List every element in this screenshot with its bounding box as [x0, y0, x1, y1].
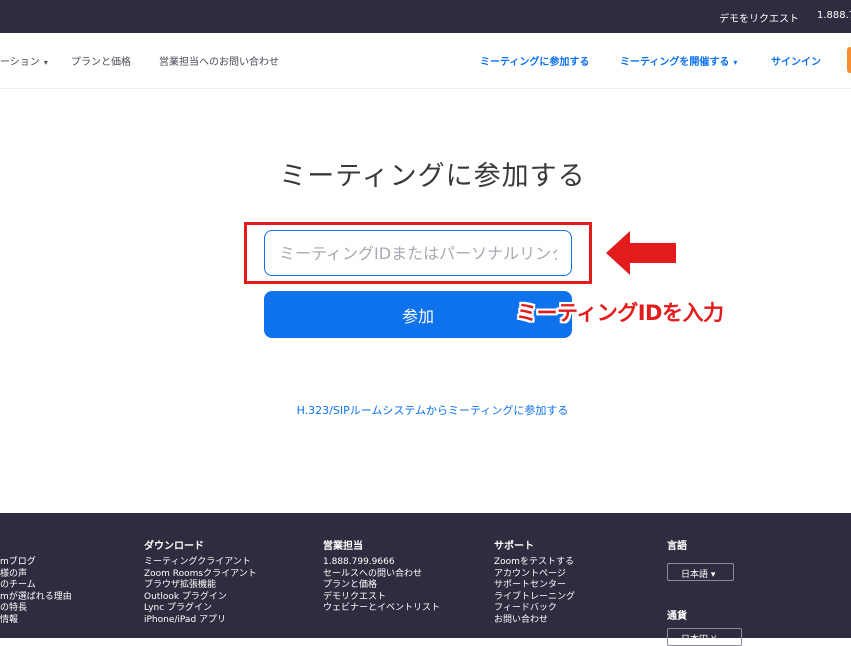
footer-link[interactable]: フィードバック	[494, 603, 575, 615]
footer-link[interactable]: iPhone/iPad アプリ	[144, 615, 257, 627]
footer-heading: 営業担当	[323, 541, 363, 552]
nav-solutions[interactable]: ーション ▾	[0, 53, 48, 68]
footer-col-sales: 営業担当 1.888.799.9666 セールスへの問い合わせ プランと価格 デ…	[323, 537, 440, 615]
footer-heading: ダウンロード	[144, 541, 204, 552]
nav-host-meeting[interactable]: ミーティングを開催する ▾	[620, 53, 737, 68]
currency-heading: 通貨	[667, 611, 687, 622]
top-bar: デモをリクエスト 1.888.79	[0, 0, 851, 33]
footer-link[interactable]: プランと価格	[323, 580, 440, 592]
footer-link[interactable]: Zoom Roomsクライアント	[144, 569, 257, 581]
demo-request-link[interactable]: デモをリクエスト	[719, 10, 799, 25]
footer-link[interactable]: mが選ばれる理由	[0, 592, 72, 604]
signup-button-edge[interactable]	[847, 47, 851, 73]
footer-link[interactable]: Lync プラグイン	[144, 603, 257, 615]
footer-link[interactable]: ウェビナーとイベントリスト	[323, 603, 440, 615]
footer-link[interactable]: の特長	[0, 603, 72, 615]
footer-link[interactable]: アカウントページ	[494, 569, 575, 581]
nav-sign-in[interactable]: サインイン	[771, 53, 821, 68]
footer-link[interactable]: のチーム	[0, 580, 72, 592]
footer-col-download: ダウンロード ミーティングクライアント Zoom Roomsクライアント ブラウ…	[144, 537, 257, 626]
footer-link[interactable]: Zoomをテストする	[494, 557, 575, 569]
footer-link[interactable]: 情報	[0, 615, 72, 627]
footer-heading: 言語	[667, 541, 687, 552]
language-select[interactable]: 日本語 ▾	[667, 563, 734, 581]
footer-link[interactable]: デモリクエスト	[323, 592, 440, 604]
nav-solutions-label: ーション	[0, 57, 40, 68]
footer-link[interactable]: サポートセンター	[494, 580, 575, 592]
chevron-down-icon: ▾	[733, 58, 738, 67]
footer-heading	[0, 537, 72, 557]
meeting-id-input[interactable]	[264, 230, 572, 276]
main-nav: ーション ▾ プランと価格 営業担当へのお問い合わせ ミーティングに参加する ミー…	[0, 33, 851, 89]
nav-join-meeting[interactable]: ミーティングに参加する	[480, 53, 589, 68]
nav-host-meeting-label: ミーティングを開催する	[620, 57, 730, 68]
nav-contact-sales[interactable]: 営業担当へのお問い合わせ	[159, 53, 279, 68]
annotation-callout: ミーティングIDを入力	[516, 301, 724, 325]
footer-col-about: mブログ 様の声 のチーム mが選ばれる理由 の特長 情報	[0, 537, 72, 626]
nav-pricing[interactable]: プランと価格	[71, 53, 131, 68]
footer-link[interactable]: ライブトレーニング	[494, 592, 575, 604]
footer-link[interactable]: 1.888.799.9666	[323, 557, 440, 569]
chevron-down-icon: ▾	[43, 58, 48, 67]
h323-sip-link[interactable]: H.323/SIPルームシステムからミーティングに参加する	[0, 402, 851, 418]
footer-link[interactable]: セールスへの問い合わせ	[323, 569, 440, 581]
footer-link[interactable]: ミーティングクライアント	[144, 557, 257, 569]
sales-phone-link[interactable]: 1.888.79	[817, 10, 851, 21]
footer-heading: サポート	[494, 541, 534, 552]
page-title: ミーティングに参加する	[279, 161, 586, 192]
footer-link[interactable]: お問い合わせ	[494, 615, 575, 627]
footer-link[interactable]: ブラウザ拡張機能	[144, 580, 257, 592]
footer-col-language: 言語	[667, 537, 687, 557]
pointer-arrow-icon	[606, 231, 676, 275]
footer-col-support: サポート Zoomをテストする アカウントページ サポートセンター ライブトレー…	[494, 537, 575, 626]
footer-link[interactable]: 様の声	[0, 569, 72, 581]
footer-link[interactable]: Outlook プラグイン	[144, 592, 257, 604]
currency-select[interactable]: 日本円 ¥	[667, 628, 742, 646]
footer-link[interactable]: mブログ	[0, 557, 72, 569]
